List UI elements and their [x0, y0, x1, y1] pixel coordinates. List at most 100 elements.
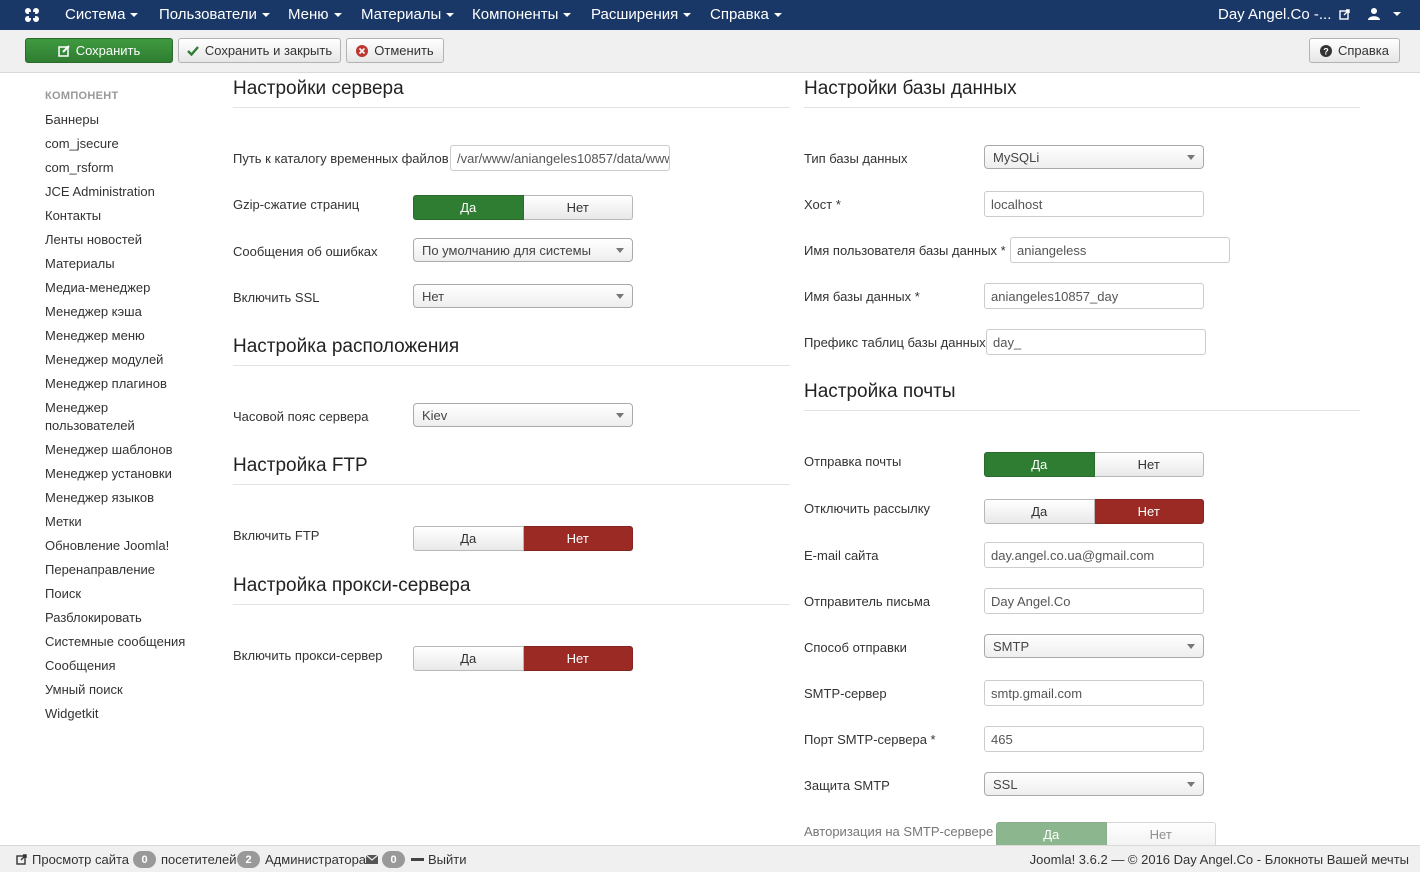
smtp-auth-toggle: Да Нет [996, 822, 1216, 847]
menu-menus[interactable]: Меню [288, 6, 342, 23]
sidebar-item[interactable]: Контакты [45, 207, 205, 225]
user-icon [1368, 8, 1380, 20]
envelope-icon[interactable] [366, 855, 378, 864]
sidebar-item[interactable]: Обновление Joomla! [45, 537, 205, 555]
sidebar-item[interactable]: Менеджер плагинов [45, 375, 205, 393]
sidebar-item[interactable]: Поиск [45, 585, 205, 603]
check-icon [187, 45, 199, 56]
save-close-button[interactable]: Сохранить и закрыть [178, 38, 341, 63]
gzip-yes-option[interactable]: Да [413, 195, 524, 220]
timezone-label: Часовой пояс сервера [233, 409, 369, 424]
chevron-down-icon [261, 13, 270, 18]
db-name-label: Имя базы данных * [804, 289, 920, 304]
smtp-auth-no-option[interactable]: Нет [1106, 822, 1216, 847]
smtp-secure-value: SSL [993, 776, 1018, 792]
smtp-secure-select[interactable]: SSL [984, 772, 1204, 796]
visitors-label: посетителей [161, 852, 237, 867]
menu-help-label: Справка [710, 6, 769, 23]
sidebar-item[interactable]: Менеджер языков [45, 489, 205, 507]
mail-send-yes-option[interactable]: Да [984, 452, 1095, 477]
sidebar-item[interactable]: Менеджер установки [45, 465, 205, 483]
smtp-auth-yes-option[interactable]: Да [996, 822, 1107, 847]
gzip-label: Gzip-сжатие страниц [233, 197, 360, 212]
tmp-path-input[interactable]: /var/www/aniangeles10857/data/www [450, 145, 670, 171]
site-email-input[interactable]: day.angel.co.ua@gmail.com [984, 542, 1204, 568]
from-name-input[interactable]: Day Angel.Co [984, 588, 1204, 614]
sidebar-item[interactable]: Баннеры [45, 111, 205, 129]
sidebar-item[interactable]: Менеджер пользователей [45, 399, 155, 435]
chevron-down-icon [1392, 12, 1401, 16]
mail-send-toggle: Да Нет [984, 452, 1204, 477]
ssl-select[interactable]: Нет [413, 284, 633, 308]
sidebar-item[interactable]: com_jsecure [45, 135, 205, 153]
proxy-yes-option[interactable]: Да [413, 646, 524, 671]
db-user-input[interactable]: aniangeless [1010, 237, 1230, 263]
sidebar-item[interactable]: Widgetkit [45, 705, 205, 723]
sidebar-item[interactable]: Медиа-менеджер [45, 279, 205, 297]
site-link[interactable]: Day Angel.Co -... [1218, 6, 1350, 23]
cancel-button[interactable]: Отменить [346, 38, 444, 63]
menu-help[interactable]: Справка [710, 6, 782, 23]
smtp-port-input[interactable]: 465 [984, 726, 1204, 752]
db-host-label: Хост * [804, 197, 841, 212]
top-navbar: Система Пользователи Меню Материалы Комп… [0, 0, 1420, 30]
sidebar-item[interactable]: Ленты новостей [45, 231, 205, 249]
save-button[interactable]: Сохранить [25, 38, 173, 63]
mass-mail-no-option[interactable]: Нет [1094, 499, 1204, 524]
error-reporting-select[interactable]: По умолчанию для системы [413, 238, 633, 262]
menu-content-label: Материалы [361, 6, 442, 23]
sidebar-item[interactable]: JCE Administration [45, 183, 205, 201]
mass-mail-toggle: Да Нет [984, 499, 1204, 524]
minus-icon [411, 858, 424, 861]
joomla-logo-icon[interactable] [23, 6, 41, 24]
sidebar-item[interactable]: Материалы [45, 255, 205, 273]
ftp-enable-label: Включить FTP [233, 528, 320, 543]
gzip-no-option[interactable]: Нет [523, 195, 633, 220]
db-name-input[interactable]: aniangeles10857_day [984, 283, 1204, 309]
ftp-no-option[interactable]: Нет [523, 526, 633, 551]
timezone-select[interactable]: Kiev [413, 403, 633, 427]
mailer-select[interactable]: SMTP [984, 634, 1204, 658]
site-name: Day Angel.Co -... [1218, 6, 1332, 23]
ftp-yes-option[interactable]: Да [413, 526, 524, 551]
sidebar-item[interactable]: Перенаправление [45, 561, 205, 579]
mail-send-no-option[interactable]: Нет [1094, 452, 1204, 477]
dropdown-arrow-icon [616, 413, 624, 418]
smtp-host-input[interactable]: smtp.gmail.com [984, 680, 1204, 706]
db-host-input[interactable]: localhost [984, 191, 1204, 217]
sidebar-item[interactable]: Системные сообщения [45, 633, 205, 651]
tmp-path-label: Путь к каталогу временных файлов [233, 151, 449, 166]
view-site-link[interactable]: Просмотр сайта [32, 852, 129, 867]
sidebar-item[interactable]: Сообщения [45, 657, 205, 675]
sidebar-item[interactable]: com_rsform [45, 159, 205, 177]
help-button[interactable]: ? Справка [1309, 38, 1400, 63]
dropdown-arrow-icon [616, 294, 624, 299]
cancel-label: Отменить [374, 43, 434, 58]
menu-system[interactable]: Система [65, 6, 139, 23]
sidebar-item[interactable]: Разблокировать [45, 609, 205, 627]
sidebar-item[interactable]: Менеджер шаблонов [45, 441, 205, 459]
menu-components[interactable]: Компоненты [472, 6, 572, 23]
db-type-select[interactable]: MySQLi [984, 145, 1204, 169]
menu-content[interactable]: Материалы [361, 6, 455, 23]
sidebar-item[interactable]: Менеджер модулей [45, 351, 205, 369]
db-prefix-input[interactable]: day_ [986, 329, 1206, 355]
db-user-label: Имя пользователя базы данных * [804, 243, 1006, 258]
gzip-toggle: Да Нет [413, 195, 633, 220]
menu-extensions[interactable]: Расширения [591, 6, 692, 23]
menu-users-label: Пользователи [159, 6, 257, 23]
menu-users[interactable]: Пользователи [159, 6, 270, 23]
sidebar-item[interactable]: Менеджер кэша [45, 303, 205, 321]
proxy-no-option[interactable]: Нет [523, 646, 633, 671]
sidebar-item[interactable]: Метки [45, 513, 205, 531]
locale-section-title: Настройка расположения [233, 336, 460, 357]
mass-mail-label: Отключить рассылку [804, 501, 931, 516]
sidebar-item[interactable]: Менеджер меню [45, 327, 205, 345]
user-menu[interactable] [1368, 7, 1401, 23]
smtp-auth-label: Авторизация на SMTP-сервере [804, 824, 994, 839]
mass-mail-yes-option[interactable]: Да [984, 499, 1095, 524]
logout-link[interactable]: Выйти [428, 852, 467, 867]
divider [233, 107, 790, 108]
divider [233, 484, 790, 485]
sidebar-item[interactable]: Умный поиск [45, 681, 205, 699]
